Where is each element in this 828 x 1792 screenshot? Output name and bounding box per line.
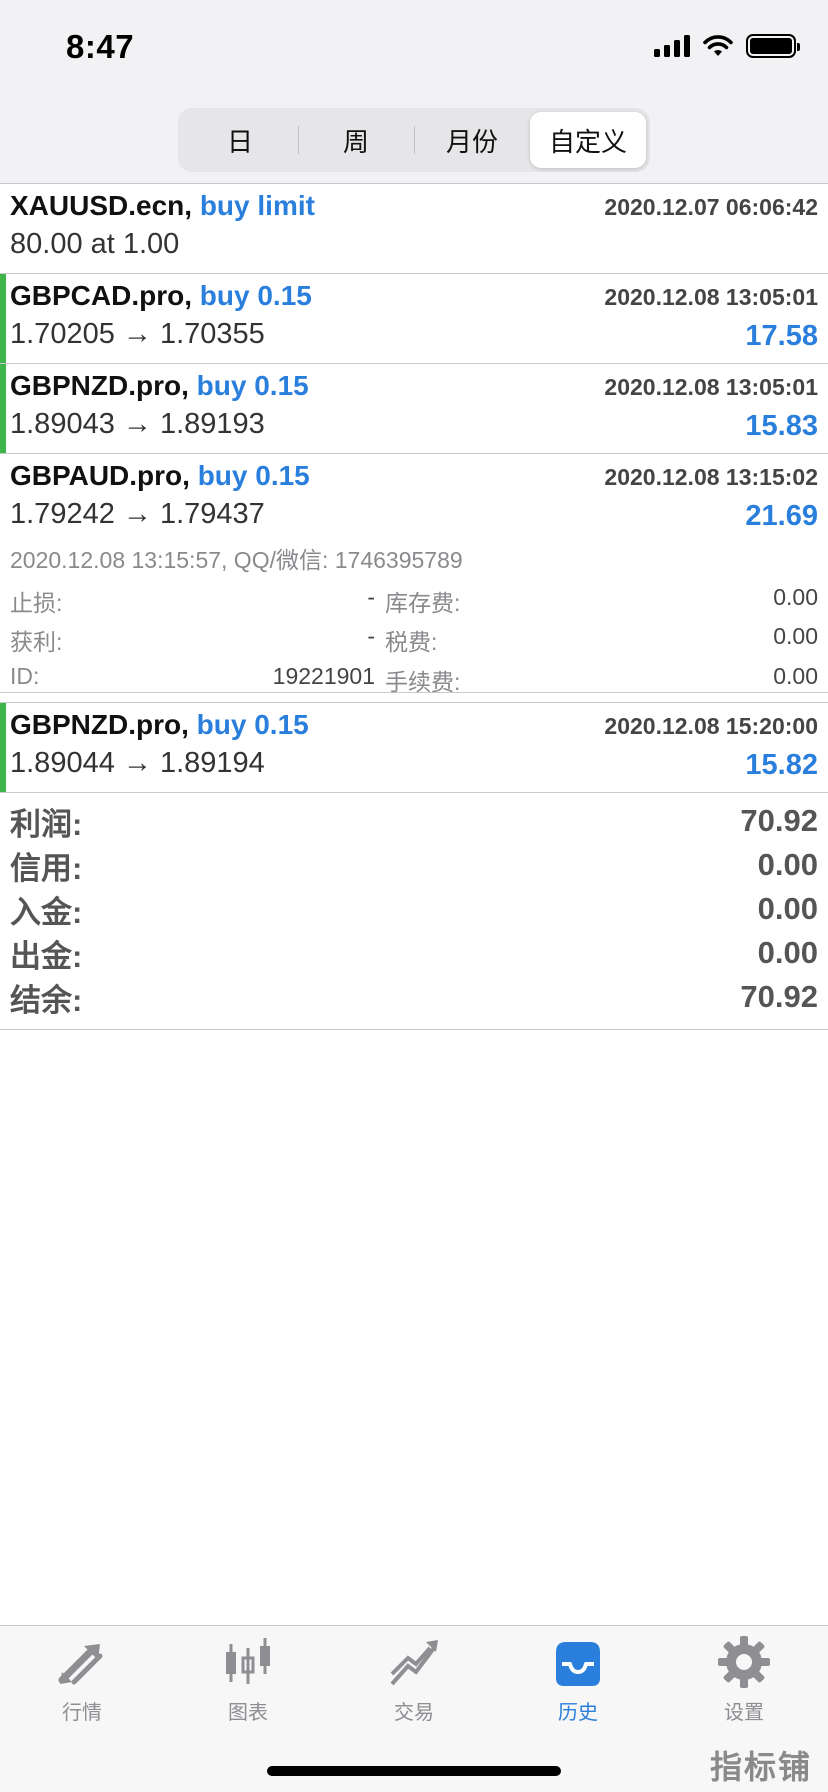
battery-icon <box>746 34 800 58</box>
history-row[interactable]: XAUUSD.ecn, buy limit 2020.12.07 06:06:4… <box>0 184 828 274</box>
id-label: ID: <box>10 663 40 689</box>
row-prices: 1.79242 → 1.79437 <box>10 498 265 530</box>
row-symbol: GBPAUD.pro, <box>10 460 190 491</box>
gear-icon <box>718 1636 770 1688</box>
id-value: 19221901 <box>272 663 375 689</box>
row-time: 2020.12.08 13:15:02 <box>604 464 818 490</box>
swap-label: 库存费: <box>385 590 461 616</box>
quotes-arrows-icon <box>58 1644 103 1685</box>
order-detail-panel: 2020.12.08 13:15:57, QQ/微信: 1746395789 止… <box>0 543 828 695</box>
tab-history[interactable]: 历史 <box>518 1634 638 1734</box>
row-type: buy 0.15 <box>199 280 312 311</box>
commission-label: 手续费: <box>385 669 461 695</box>
detail-row: 止损: - 库存费: 0.00 <box>10 584 818 616</box>
segment-day[interactable]: 日 <box>182 112 298 168</box>
row-symbol: XAUUSD.ecn, <box>10 190 193 221</box>
summary-value: 70.92 <box>740 979 818 1014</box>
summary-label: 入金: <box>10 894 83 930</box>
row-time: 2020.12.07 06:06:42 <box>604 194 818 220</box>
detail-row: 获利: - 税费: 0.00 <box>10 623 818 655</box>
summary-label: 利润: <box>10 806 83 842</box>
tab-label: 图表 <box>228 1702 268 1724</box>
summary-row-balance: 结余: 70.92 <box>10 975 818 1019</box>
tab-label: 历史 <box>558 1702 598 1724</box>
header: 日 周 月份 自定义 <box>0 92 828 184</box>
history-row[interactable]: GBPNZD.pro, buy 0.15 2020.12.08 13:05:01… <box>0 364 828 454</box>
status-bar: 8:47 <box>0 0 828 92</box>
take-profit-label: 获利: <box>10 629 63 655</box>
history-list: XAUUSD.ecn, buy limit 2020.12.07 06:06:4… <box>0 184 828 1030</box>
summary-label: 信用: <box>10 850 83 886</box>
row-profit: 15.83 <box>745 410 818 442</box>
commission-value: 0.00 <box>773 663 818 689</box>
swap-value: 0.00 <box>773 584 818 610</box>
trade-trend-icon <box>390 1640 438 1686</box>
segment-month[interactable]: 月份 <box>414 112 530 168</box>
row-profit: 17.58 <box>745 320 818 352</box>
history-inbox-icon <box>556 1642 600 1686</box>
stop-loss-label: 止损: <box>10 590 63 616</box>
row-type: buy 0.15 <box>196 709 309 740</box>
row-profit: 21.69 <box>745 500 818 532</box>
row-type: buy 0.15 <box>196 370 309 401</box>
history-row-expanded[interactable]: GBPAUD.pro, buy 0.15 2020.12.08 13:15:02… <box>0 454 828 544</box>
home-indicator[interactable] <box>267 1766 561 1776</box>
row-prices: 1.89043 → 1.89193 <box>10 408 265 440</box>
take-profit-value: - <box>367 623 375 649</box>
watermark: 指标铺 <box>709 1749 812 1785</box>
row-prices: 80.00 at 1.00 <box>10 228 180 260</box>
segment-week[interactable]: 周 <box>298 112 414 168</box>
history-row[interactable]: GBPCAD.pro, buy 0.15 2020.12.08 13:05:01… <box>0 274 828 364</box>
tab-label: 设置 <box>724 1702 764 1724</box>
summary-value: 0.00 <box>757 891 818 926</box>
summary-value: 0.00 <box>757 935 818 970</box>
tab-quotes[interactable]: 行情 <box>22 1634 142 1734</box>
wifi-icon <box>703 35 733 56</box>
row-type: buy limit <box>199 190 315 221</box>
tax-value: 0.00 <box>773 623 818 649</box>
history-row[interactable]: GBPNZD.pro, buy 0.15 2020.12.08 15:20:00… <box>0 703 828 793</box>
detail-row: ID: 19221901 手续费: 0.00 <box>10 663 818 695</box>
row-symbol: GBPNZD.pro, <box>10 370 189 401</box>
summary-label: 出金: <box>10 938 83 974</box>
row-time: 2020.12.08 15:20:00 <box>604 713 818 739</box>
row-time: 2020.12.08 13:05:01 <box>604 284 818 310</box>
summary-row-credit: 信用: 0.00 <box>10 843 818 887</box>
summary-row-deposit: 入金: 0.00 <box>10 887 818 931</box>
period-segmented-control: 日 周 月份 自定义 <box>178 108 650 172</box>
summary-label: 结余: <box>10 982 83 1018</box>
cellular-signal-icon <box>654 35 690 57</box>
row-symbol: GBPNZD.pro, <box>10 709 189 740</box>
stop-loss-value: - <box>367 584 375 610</box>
account-summary: 利润: 70.92 信用: 0.00 入金: 0.00 出金: 0.00 结余: 70.9… <box>0 793 828 1030</box>
row-time: 2020.12.08 13:05:01 <box>604 374 818 400</box>
candlestick-chart-icon <box>226 1638 270 1684</box>
row-profit: 15.82 <box>745 749 818 781</box>
row-prices: 1.89044 → 1.89194 <box>10 747 265 779</box>
bottom-tab-bar: 行情 图表 交易 历史 设置 指标铺 <box>0 1625 828 1792</box>
summary-row-withdrawal: 出金: 0.00 <box>10 931 818 975</box>
tab-label: 交易 <box>394 1702 434 1724</box>
status-icons <box>654 34 800 58</box>
tab-trade[interactable]: 交易 <box>354 1634 474 1734</box>
tab-charts[interactable]: 图表 <box>188 1634 308 1734</box>
order-comment: 2020.12.08 13:15:57, QQ/微信: 1746395789 <box>10 547 463 573</box>
tab-label: 行情 <box>62 1702 102 1724</box>
tab-settings[interactable]: 设置 <box>684 1634 804 1734</box>
row-type: buy 0.15 <box>197 460 310 491</box>
status-time: 8:47 <box>66 28 135 65</box>
summary-value: 70.92 <box>740 803 818 838</box>
row-prices: 1.70205 → 1.70355 <box>10 318 265 350</box>
row-symbol: GBPCAD.pro, <box>10 280 192 311</box>
summary-value: 0.00 <box>757 847 818 882</box>
tax-label: 税费: <box>385 629 438 655</box>
segment-custom[interactable]: 自定义 <box>530 112 646 168</box>
summary-row-profit: 利润: 70.92 <box>10 799 818 843</box>
